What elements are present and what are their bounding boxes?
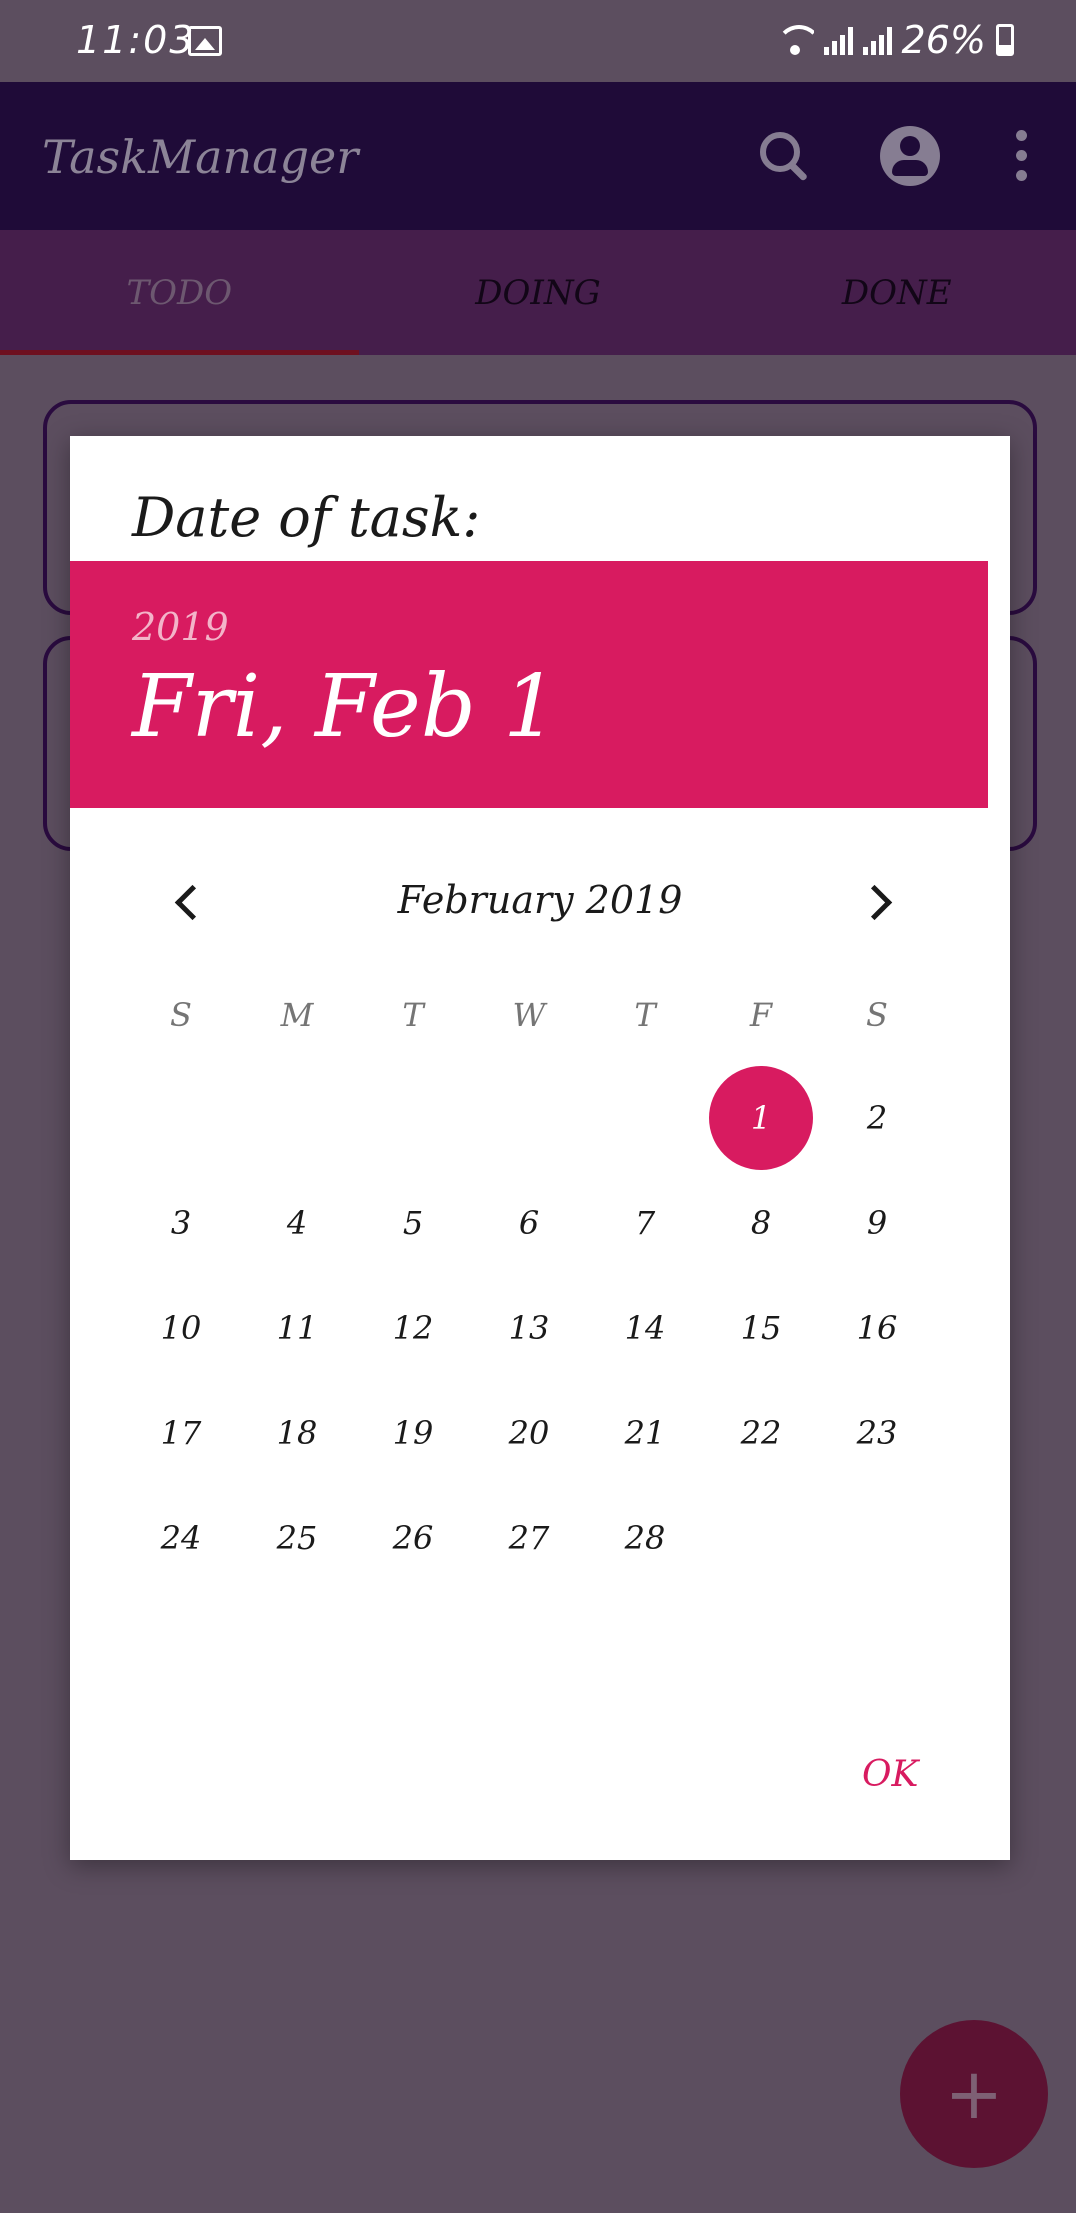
day-cell[interactable]: 17 [129,1381,233,1485]
year-selector[interactable]: 2019 [132,605,229,649]
tab-todo[interactable]: TODO [0,230,359,355]
day-cell[interactable]: 13 [477,1276,581,1380]
day-cell[interactable]: 18 [245,1381,349,1485]
gallery-notification-icon [188,26,222,56]
add-task-button[interactable]: + [900,2020,1048,2168]
day-cell[interactable]: 12 [361,1276,465,1380]
day-cell[interactable]: 25 [245,1486,349,1590]
day-cell[interactable]: 28 [593,1486,697,1590]
tab-bar: TODO DOING DONE [0,230,1076,355]
selected-date-display: Fri, Feb 1 [132,657,558,757]
weekday-label: T [402,996,424,1034]
day-cell[interactable]: 26 [361,1486,465,1590]
day-cell[interactable]: 23 [825,1381,929,1485]
day-cell[interactable]: 8 [709,1171,813,1275]
day-cell[interactable]: 16 [825,1276,929,1380]
day-cell[interactable]: 22 [709,1381,813,1485]
date-picker-dialog: Date of task: 2019 Fri, Feb 1 February 2… [70,436,1010,1860]
day-cell[interactable]: 21 [593,1381,697,1485]
day-cell[interactable]: 14 [593,1276,697,1380]
search-icon[interactable] [754,126,814,186]
weekday-label: S [170,996,192,1034]
day-cell[interactable]: 2 [825,1066,929,1170]
plus-icon: + [944,2053,1004,2135]
day-cell[interactable]: 15 [709,1276,813,1380]
day-cell[interactable]: 6 [477,1171,581,1275]
signal-icon-2 [862,25,892,55]
more-options-icon[interactable] [1006,126,1038,186]
day-cell[interactable]: 27 [477,1486,581,1590]
weekday-header: S M T W T F S [70,996,1010,1056]
day-cell[interactable]: 11 [245,1276,349,1380]
day-cell[interactable]: 7 [593,1171,697,1275]
day-cell[interactable]: 24 [129,1486,233,1590]
app-title: TaskManager [42,130,359,184]
battery-percent: 26% [901,18,986,62]
day-cell-selected[interactable]: 1 [709,1066,813,1170]
wifi-icon [775,25,814,55]
signal-icon [823,25,853,55]
weekday-label: T [634,996,656,1034]
dialog-title: Date of task: [132,486,481,549]
month-navigation: February 2019 [70,866,1010,936]
tab-done[interactable]: DONE [717,230,1076,355]
tab-doing[interactable]: DOING [359,230,718,355]
day-cell[interactable]: 3 [129,1171,233,1275]
status-indicators: 26% [775,18,1014,62]
app-bar: TaskManager [0,82,1076,230]
day-cell[interactable]: 5 [361,1171,465,1275]
day-cell[interactable]: 9 [825,1171,929,1275]
status-bar: 11:03 26% [0,0,1076,82]
weekday-label: M [280,996,314,1034]
weekday-label: F [749,996,773,1034]
account-icon[interactable] [880,126,940,186]
weekday-label: S [866,996,888,1034]
ok-button[interactable]: OK [862,1754,918,1795]
day-cell[interactable]: 20 [477,1381,581,1485]
battery-icon [996,24,1014,56]
day-cell[interactable]: 19 [361,1381,465,1485]
day-cell[interactable]: 4 [245,1171,349,1275]
day-cell[interactable]: 10 [129,1276,233,1380]
weekday-label: W [512,996,546,1034]
chevron-right-icon[interactable] [858,882,898,922]
date-header: 2019 Fri, Feb 1 [70,561,988,808]
status-time: 11:03 [76,18,196,62]
